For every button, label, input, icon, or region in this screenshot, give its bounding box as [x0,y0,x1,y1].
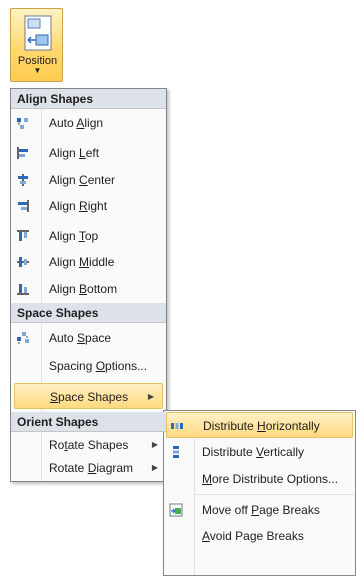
auto-align-label: Auto Align [49,116,104,130]
align-middle-item[interactable]: Align Middle [11,249,166,275]
align-center-label: Align Center [49,173,116,187]
auto-space-item[interactable]: Auto Space [11,325,166,351]
distribute-vertically-label: Distribute Vertically [202,445,305,459]
align-left-item[interactable]: Align Left [11,140,166,166]
space-shapes-label: Space Shapes [50,390,129,404]
move-off-page-breaks-icon [169,503,183,517]
spacing-options-item[interactable]: Spacing Options... [11,353,166,379]
submenu-arrow-icon: ▶ [147,392,154,401]
position-menu: Align Shapes Auto Align Align Left Align… [10,88,167,482]
distribute-horizontally-icon [171,423,183,429]
auto-align-item[interactable]: Auto Align [11,110,166,136]
section-header-orient-shapes: Orient Shapes [11,412,166,432]
avoid-page-breaks-label: Avoid Page Breaks [202,529,304,543]
distribute-vertically-icon [173,446,179,458]
more-distribute-options-label: More Distribute Options... [202,472,339,486]
align-middle-label: Align Middle [49,255,115,269]
align-right-item[interactable]: Align Right [11,193,166,219]
move-off-page-breaks-label: Move off Page Breaks [202,503,320,517]
align-center-icon [18,174,28,186]
auto-space-label: Auto Space [49,331,112,345]
align-top-icon [17,230,29,241]
more-distribute-options-item[interactable]: More Distribute Options... [164,466,355,492]
position-button[interactable]: Position ▼ [10,8,63,82]
align-center-item[interactable]: Align Center [11,167,166,193]
align-bottom-label: Align Bottom [49,282,118,296]
align-left-label: Align Left [49,146,100,160]
position-icon [24,15,52,51]
submenu-separator [194,494,355,495]
avoid-page-breaks-item[interactable]: Avoid Page Breaks [164,523,355,549]
align-bottom-item[interactable]: Align Bottom [11,276,166,302]
distribute-horizontally-item[interactable]: Distribute Horizontally [166,412,353,438]
distribute-vertically-item[interactable]: Distribute Vertically [164,439,355,465]
section-header-space-shapes: Space Shapes [11,303,166,323]
align-left-icon [17,147,28,159]
space-shapes-submenu-item[interactable]: Space Shapes ▶ [14,383,163,409]
move-off-page-breaks-item[interactable]: Move off Page Breaks [164,497,355,523]
distribute-horizontally-label: Distribute Horizontally [203,419,320,433]
auto-space-icon [17,332,29,344]
section-header-align-shapes: Align Shapes [11,89,166,109]
align-middle-icon [17,257,29,267]
auto-align-icon [17,118,28,129]
submenu-arrow-icon: ▶ [151,463,158,472]
rotate-diagram-submenu-item[interactable]: Rotate Diagram ▶ [11,455,166,481]
dropdown-arrow-icon: ▼ [33,66,42,75]
align-top-label: Align Top [49,229,99,243]
rotate-diagram-label: Rotate Diagram [49,461,134,475]
align-right-icon [18,200,29,212]
spacing-options-label: Spacing Options... [49,359,148,373]
align-top-item[interactable]: Align Top [11,223,166,249]
align-right-label: Align Right [49,199,108,213]
space-shapes-submenu: Distribute Horizontally Distribute Verti… [163,410,356,576]
align-bottom-icon [17,284,29,295]
